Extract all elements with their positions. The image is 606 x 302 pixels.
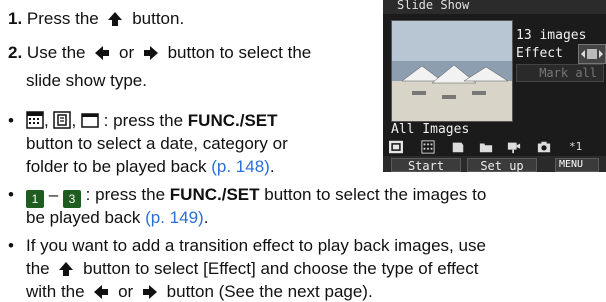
up-arrow-icon <box>108 12 123 26</box>
camera-screen: Slide Show 13 images Effect Mark all All… <box>383 0 606 181</box>
bullet-1-line2: button to select a date, category or <box>26 134 288 153</box>
bullet-1-text-c: folder to be played back <box>26 157 207 176</box>
bullet-1-page-link[interactable]: (p. 148) <box>211 157 270 176</box>
bullet-3-text-d: button (See the next page). <box>166 282 373 301</box>
step-2-text-b: button to select the <box>167 43 312 62</box>
slide-type-icons: *1 <box>389 140 601 156</box>
left-arrow-icon <box>95 46 110 60</box>
bullet-3-text-b: button to select [Effect] and choose the… <box>83 259 479 278</box>
folder-icon[interactable] <box>479 140 493 154</box>
bullet-1-line3: folder to be played back (p. 148). <box>26 156 275 177</box>
bullet-1-sep2: , <box>71 111 77 130</box>
camera-title-bar: Slide Show <box>383 0 606 14</box>
left-arrow-icon <box>94 285 109 299</box>
right-arrow-icon <box>142 285 157 299</box>
bullet-3-line3: with the or button (See the next page). <box>26 281 373 302</box>
bullet-2-text-b: button to select the images to <box>264 185 487 204</box>
setup-button[interactable]: Set up <box>467 158 537 173</box>
bullet-dot: • <box>8 185 14 204</box>
movie-icon[interactable] <box>507 140 521 154</box>
step-2-text-a: Use the <box>26 43 86 62</box>
select-1-badge-icon: 1 <box>26 190 44 208</box>
bullet-2-line2: be played back (p. 149). <box>26 207 208 228</box>
bullet-dot: • <box>8 236 14 255</box>
bullet-2-text-c: be played back <box>26 208 141 227</box>
up-arrow-icon <box>59 262 74 276</box>
effect-selector[interactable] <box>578 44 606 64</box>
step-1-text-b: button. <box>132 9 185 28</box>
step-1-number: 1. <box>8 9 23 28</box>
step-2-line2: slide show type. <box>26 71 147 90</box>
all-images-label: All Images <box>391 122 470 137</box>
bullet-2-func-set: FUNC./SET <box>169 185 260 204</box>
right-arrow-icon <box>143 46 158 60</box>
bullet-2-text-a: : press the <box>85 185 166 204</box>
bullet-3-text-c: with the <box>26 282 85 301</box>
all-images-icon[interactable] <box>389 140 403 154</box>
bullet-1: , , : press the FUNC./SET <box>26 110 278 131</box>
bullet-2: 1 – 3 : press the FUNC./SET button to se… <box>26 184 486 208</box>
return-icon <box>560 172 569 181</box>
image-count: 13 images <box>516 28 587 43</box>
bullet-3-line1: If you want to add a transition effect t… <box>26 236 486 255</box>
camera-icon[interactable] <box>537 140 551 154</box>
mark-all-button[interactable]: Mark all <box>516 64 604 82</box>
bullet-1-end: . <box>269 157 275 176</box>
step-2-or: or <box>118 43 135 62</box>
effect-label[interactable]: Effect <box>516 46 563 61</box>
bullet-1-func-set: FUNC./SET <box>187 111 278 130</box>
select-3-badge-icon: 3 <box>62 190 81 208</box>
slide-preview-image <box>391 20 513 122</box>
step-1: 1. Press the button. <box>8 8 184 29</box>
bullet-dot: • <box>8 111 14 130</box>
bullet-3-or: or <box>118 282 134 301</box>
date-icon[interactable] <box>421 140 435 154</box>
camera-title: Slide Show <box>397 0 470 12</box>
category-icon <box>53 111 72 129</box>
manual-page: 1. Press the button. 2. Use the or butto… <box>0 0 606 302</box>
bullet-2-page-link[interactable]: (p. 149) <box>145 208 204 227</box>
bullet-3-line2: the button to select [Effect] and choose… <box>26 258 478 279</box>
bullet-1-text-a: : press the <box>103 111 184 130</box>
bullet-2-end: . <box>203 208 209 227</box>
start-button[interactable]: Start <box>391 158 461 173</box>
folder-icon <box>81 113 99 128</box>
calendar-icon <box>26 111 44 129</box>
step-1-text-a: Press the <box>26 9 99 28</box>
bullet-3-text-a: the <box>26 259 50 278</box>
category-icon[interactable] <box>451 140 465 154</box>
effect-icon <box>581 49 603 59</box>
menu-button[interactable]: MENU <box>555 158 599 181</box>
bullet-2-dash: – <box>48 185 59 204</box>
custom-1-icon[interactable]: *1 <box>569 140 582 153</box>
beach-photo-icon <box>392 21 512 121</box>
step-2: 2. Use the or button to select the <box>8 42 311 63</box>
menu-label: MENU <box>559 159 584 170</box>
bullet-1-sep1: , <box>44 111 49 130</box>
step-2-number: 2. <box>8 43 23 62</box>
